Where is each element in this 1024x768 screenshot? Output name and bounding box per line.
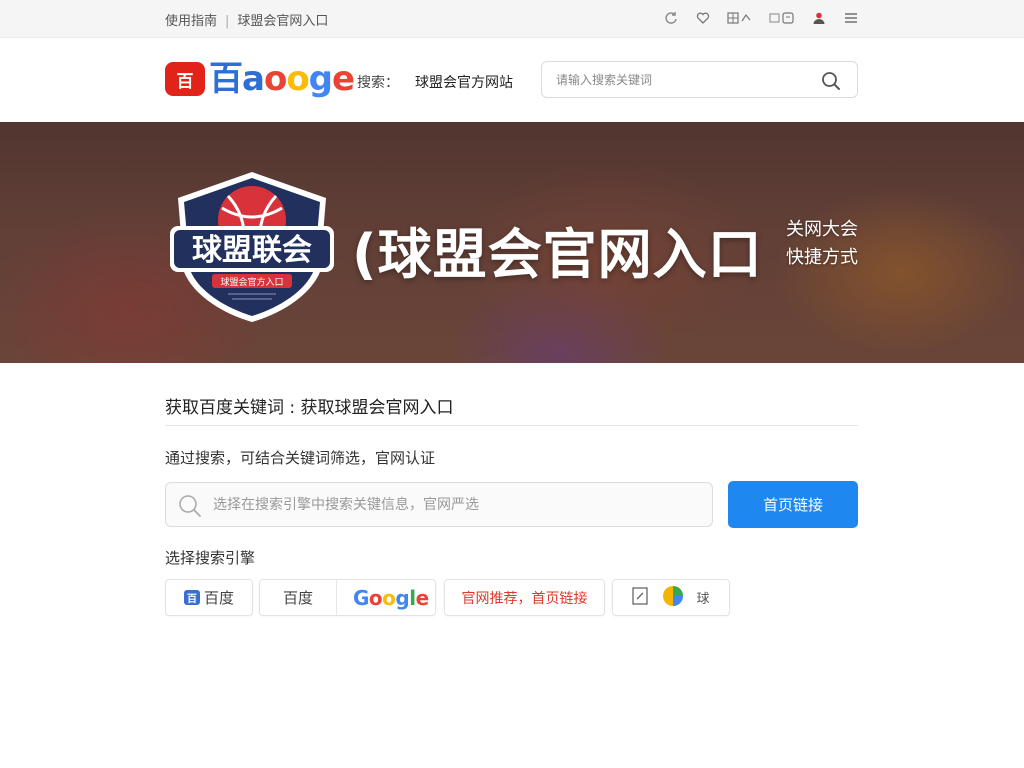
heart-icon[interactable] [694,9,712,27]
logo-badge: 百 [165,62,205,96]
club-crest-logo: 球盟联会 球盟会官方入口 [170,172,334,322]
banner-title: (球盟会官网入口 [352,223,763,286]
header-search-box [541,61,858,98]
logo-word: aooge [242,59,355,99]
google-logo: Google [353,585,429,610]
banner-side-line-2[interactable]: 快捷方式 [786,244,858,272]
breadcrumb-guide[interactable]: 使用指南 [165,14,217,29]
engine-label: 球 [696,592,710,607]
search-icon[interactable] [178,494,202,522]
homepage-link-button[interactable]: 首页链接 [728,481,858,528]
top-bar: 使用指南 | 球盟会官网入口 [0,0,1024,38]
engine-option-baidu-google[interactable]: 百度 Google [259,579,436,616]
share-icon[interactable] [768,9,796,27]
user-icon[interactable] [810,9,828,27]
main-search-input[interactable] [213,495,693,515]
breadcrumb-site[interactable]: 球盟会官网入口 [237,14,328,29]
section-title: 获取百度关键词 : 获取球盟会官网入口 [165,398,454,418]
grid-icon[interactable] [726,9,754,27]
ball-icon [662,585,684,611]
search-icon[interactable] [821,71,841,95]
logo-wordmark: 百aooge [209,59,355,99]
engine-option-recommended[interactable]: 官网推荐，首页链接 [444,579,605,616]
baidu-icon: 百 [183,590,200,605]
engine-label: 百度 [203,589,234,607]
engine-option-other[interactable]: 球 [612,579,730,616]
banner-side-line-1[interactable]: 关网大会 [786,216,858,244]
header-site-name[interactable]: 球盟会官方网站 [415,72,513,92]
crest-subtitle: 球盟会官方入口 [220,276,283,288]
breadcrumb: 使用指南 | 球盟会官网入口 [165,10,328,29]
logo-prefix: 百 [209,59,243,99]
site-logo[interactable]: 百 百aooge [165,59,355,99]
refresh-icon[interactable] [662,9,680,27]
main-search-box [165,482,713,527]
banner-side-links: 关网大会 快捷方式 [786,216,858,272]
engines-label: 选择搜索引擎 [165,549,256,567]
section-divider [165,425,858,426]
header-search-input[interactable] [556,71,806,89]
menu-icon[interactable] [842,9,860,27]
engine-divider [336,579,337,616]
header-search-label: 搜索： [357,75,399,91]
document-icon [632,586,649,609]
engine-label: 百度 [282,589,313,607]
engine-option-baidu[interactable]: 百 百度 [165,579,253,616]
crest-title: 球盟联会 [192,233,312,268]
topbar-icons [662,9,860,27]
breadcrumb-separator: | [225,14,230,29]
section-description: 通过搜索，可结合关键词筛选，官网认证 [165,449,436,467]
